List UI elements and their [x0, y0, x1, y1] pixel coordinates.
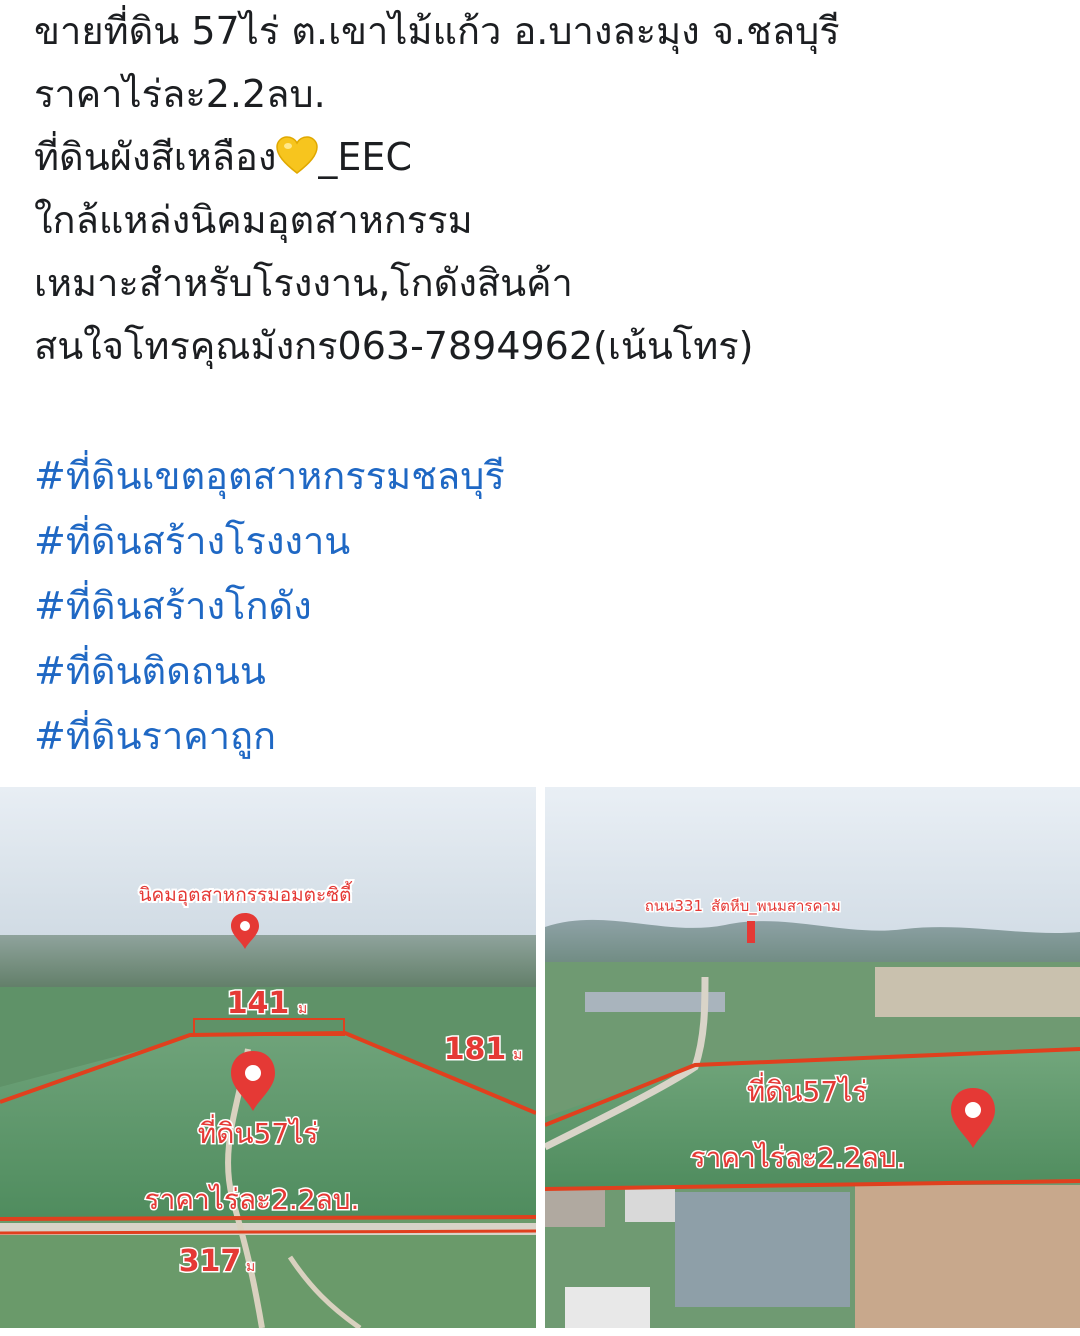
road-prefix: ถนน331 [645, 897, 703, 915]
post-line-3-text: ที่ดินผังสีเหลือง [34, 135, 277, 179]
aerial-photo-2: ถนน331 สัตหีบ_พนมสารคาม ที่ดิน57ไร่ ราคา… [545, 787, 1080, 1328]
top-width-value: 141 [227, 986, 290, 1021]
aerial-photo-1: นิคมอุตสาหกรรมอมตะซิตี้ 141 ม 181 ม ที่ด… [0, 787, 536, 1328]
plot-label: ที่ดิน57ไร่ [198, 1114, 319, 1150]
photo-1[interactable]: นิคมอุตสาหกรรมอมตะซิตี้ 141 ม 181 ม ที่ด… [0, 787, 536, 1328]
hashtag-link[interactable]: #ที่ดินสร้างโกดัง [34, 574, 1054, 639]
post-line-1: ขายที่ดิน 57ไร่ ต.เขาไม้แก้ว อ.บางละมุง … [34, 9, 840, 53]
photo-2[interactable]: ถนน331 สัตหีบ_พนมสารคาม ที่ดิน57ไร่ ราคา… [545, 787, 1080, 1328]
post-line-4: ใกล้แหล่งนิคมอุตสาหกรรม [34, 198, 473, 242]
hashtag-link[interactable]: #ที่ดินติดถนน [34, 639, 1054, 704]
right-width-value: 181 [444, 1032, 507, 1067]
hashtag-list: #ที่ดินเขตอุตสาหกรรมชลบุรี #ที่ดินสร้างโ… [34, 444, 1054, 769]
hashtag-link[interactable]: #ที่ดินสร้างโรงงาน [34, 509, 1054, 574]
bottom-width-value: 317 [179, 1244, 242, 1279]
price-label: ราคาไร่ละ2.2ลบ. [691, 1141, 906, 1174]
road-label: ถนน331 สัตหีบ_พนมสารคาม [643, 896, 842, 918]
post-line-3: ที่ดินผังสีเหลือง _EEC [34, 126, 1054, 189]
right-width-unit: ม [513, 1047, 522, 1063]
post-line-3-suffix: _EEC [318, 135, 412, 179]
landmark-label: นิคมอุตสาหกรรมอมตะซิตี้ [139, 881, 353, 907]
yellow-heart-icon [276, 132, 319, 195]
post-body: ขายที่ดิน 57ไร่ ต.เขาไม้แก้ว อ.บางละมุง … [34, 0, 1054, 378]
price-label: ราคาไร่ละ2.2ลบ. [145, 1183, 360, 1216]
post-line-5: เหมาะสำหรับโรงงาน,โกดังสินค้า [34, 261, 573, 305]
hashtag-link[interactable]: #ที่ดินเขตอุตสาหกรรมชลบุรี [34, 444, 1054, 509]
photo-grid: นิคมอุตสาหกรรมอมตะซิตี้ 141 ม 181 ม ที่ด… [0, 787, 1080, 1336]
road-route: สัตหีบ_พนมสารคาม [711, 897, 841, 916]
post-line-2: ราคาไร่ละ2.2ลบ. [34, 72, 326, 116]
hashtag-link[interactable]: #ที่ดินราคาถูก [34, 704, 1054, 769]
plot-label: ที่ดิน57ไร่ [747, 1072, 868, 1108]
top-width-unit: ม [298, 1001, 307, 1017]
road-arrow-icon [747, 921, 755, 943]
bottom-width-unit: ม [246, 1259, 255, 1275]
post-line-6: สนใจโทรคุณมังกร063-7894962(เน้นโทร) [34, 324, 754, 368]
